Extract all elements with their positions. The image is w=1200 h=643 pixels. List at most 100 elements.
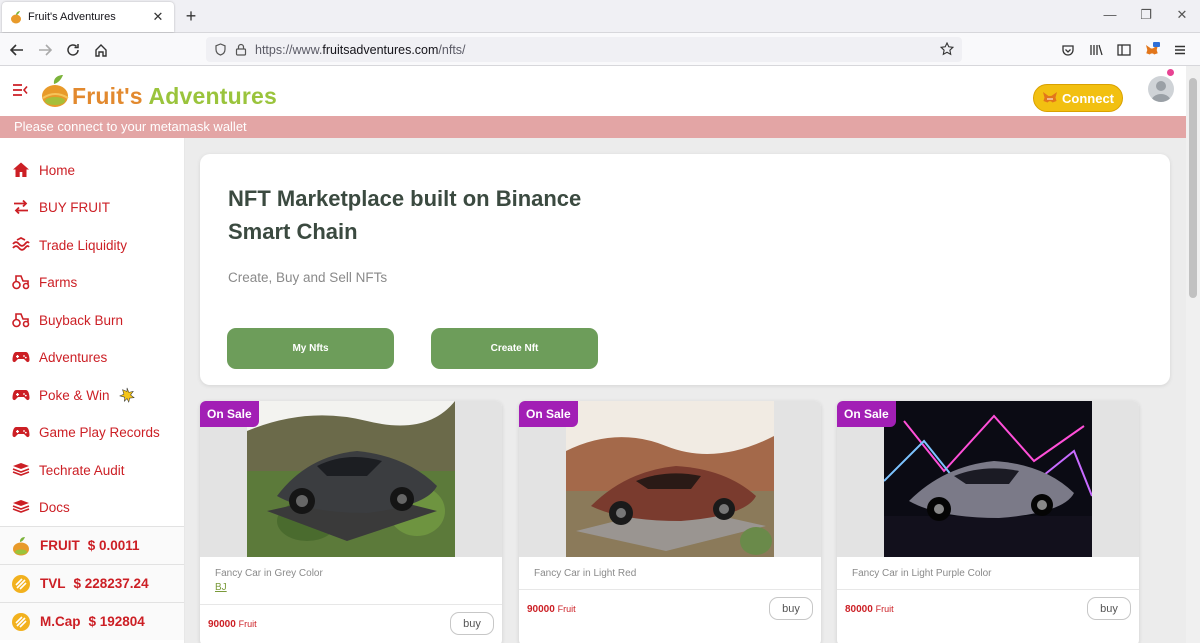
close-window-icon[interactable]: ✕ <box>1172 7 1192 23</box>
swap-icon <box>14 199 28 215</box>
stat-label: M.Cap <box>40 614 81 629</box>
wallet-warning-banner: Please connect to your metamask wallet <box>0 116 1186 138</box>
main-content: NFT Marketplace built on Binance Smart C… <box>185 138 1186 643</box>
nft-image-grey-car[interactable] <box>247 401 455 557</box>
on-sale-badge: On Sale <box>519 401 578 427</box>
browser-tab[interactable]: Fruit's Adventures ✕ <box>2 2 174 32</box>
card-footer: 90000 Fruit buy <box>200 604 502 643</box>
sidebar-item-poke-win[interactable]: Poke & Win <box>12 384 135 406</box>
nft-name: Fancy Car in Light Red <box>534 568 637 579</box>
browser-nav-bar: https://www.fruitsadventures.com/nfts/ <box>0 33 1200 66</box>
page-title: NFT Marketplace built on Binance Smart C… <box>228 186 582 244</box>
new-tab-icon[interactable]: + <box>180 5 202 27</box>
binance-coin-icon <box>12 574 30 593</box>
sidebar-item-techrate-audit[interactable]: Techrate Audit <box>12 459 125 481</box>
sidebar-item-label: BUY FRUIT <box>39 199 111 215</box>
page-subtitle: Create, Buy and Sell NFTs <box>228 270 388 285</box>
nft-image-purple-car[interactable] <box>884 401 1092 557</box>
sidebar-item-buy-fruit[interactable]: BUY FRUIT <box>12 196 110 218</box>
buy-button[interactable]: buy <box>1087 597 1131 620</box>
shield-icon[interactable] <box>214 43 227 56</box>
sidebar-item-label: Docs <box>39 499 70 515</box>
avatar[interactable] <box>1148 76 1174 102</box>
buy-button[interactable]: buy <box>450 612 494 635</box>
sidebar-item-label: Game Play Records <box>39 424 160 440</box>
bookmark-star-icon[interactable] <box>940 42 954 56</box>
sparkle-icon <box>118 387 135 403</box>
library-icon[interactable] <box>1085 39 1107 61</box>
binance-coin-icon <box>12 612 30 631</box>
sidebar-item-buyback-burn[interactable]: Buyback Burn <box>12 309 123 331</box>
url-text: https://www.fruitsadventures.com/nfts/ <box>255 42 466 57</box>
gamepad-icon <box>12 427 30 438</box>
connect-wallet-button[interactable]: Connect <box>1033 84 1123 112</box>
browser-tab-bar: Fruit's Adventures ✕ + — ❐ ✕ <box>0 0 1200 33</box>
home-browser-icon[interactable] <box>90 39 112 61</box>
sidebar-item-farms[interactable]: Farms <box>12 271 77 293</box>
liquidity-icon <box>12 236 30 251</box>
fruit-coin-icon <box>13 536 29 555</box>
nft-price: 80000 Fruit <box>845 604 894 615</box>
notification-dot <box>1167 69 1174 76</box>
sidebar-item-trade-liquidity[interactable]: Trade Liquidity <box>12 234 127 256</box>
sidebar-item-label: Poke & Win <box>39 387 110 403</box>
forward-icon[interactable] <box>34 39 56 61</box>
connect-label: Connect <box>1062 90 1114 106</box>
stat-value: $ 192804 <box>88 614 145 629</box>
stat-label: FRUIT <box>40 538 80 553</box>
page-scrollbar[interactable] <box>1186 66 1200 643</box>
sidebar-item-home[interactable]: Home <box>12 159 75 181</box>
site-header: Fruit's Adventures Connect <box>0 66 1186 116</box>
sidebar-item-label: Trade Liquidity <box>39 237 128 253</box>
sidebar-toggle-icon[interactable] <box>1113 39 1135 61</box>
on-sale-badge: On Sale <box>837 401 896 427</box>
menu-collapse-icon[interactable] <box>12 83 28 97</box>
nft-name: Fancy Car in Grey Color <box>215 568 323 579</box>
book-icon <box>12 500 30 513</box>
lock-icon[interactable] <box>235 43 247 56</box>
menu-icon[interactable] <box>1169 39 1191 61</box>
restore-icon[interactable]: ❐ <box>1136 7 1156 23</box>
stat-value: $ 0.0011 <box>87 538 140 553</box>
create-nft-button[interactable]: Create Nft <box>431 328 598 369</box>
buy-button[interactable]: buy <box>769 597 813 620</box>
brand-name[interactable]: Fruit's Adventures <box>72 83 277 110</box>
reload-icon[interactable] <box>62 39 84 61</box>
metamask-fox-icon <box>1043 92 1057 103</box>
sidebar-item-docs[interactable]: Docs <box>12 496 70 518</box>
scrollbar-thumb[interactable] <box>1189 78 1197 298</box>
sidebar-item-label: Techrate Audit <box>39 462 125 478</box>
tractor-icon <box>12 313 30 328</box>
stat-label: TVL <box>40 576 66 591</box>
market-cap-stat: M.Cap $ 192804 <box>0 602 184 640</box>
minimize-icon[interactable]: — <box>1100 7 1120 22</box>
pocket-icon[interactable] <box>1057 39 1079 61</box>
nft-price: 90000 Fruit <box>208 619 257 630</box>
close-tab-icon[interactable]: ✕ <box>150 9 166 25</box>
gamepad-icon <box>12 390 30 401</box>
nft-card[interactable]: On Sale Fancy Car in Light Red 90000 Fru… <box>519 401 821 643</box>
card-footer: 90000 Fruit buy <box>519 589 821 629</box>
url-bar[interactable]: https://www.fruitsadventures.com/nfts/ <box>206 37 962 62</box>
sidebar-item-game-play-records[interactable]: Game Play Records <box>12 421 160 443</box>
nft-name: Fancy Car in Light Purple Color <box>852 568 992 579</box>
home-icon <box>13 162 29 177</box>
card-footer: 80000 Fruit buy <box>837 589 1139 629</box>
fruit-logo-icon[interactable] <box>40 74 70 108</box>
sidebar: Home BUY FRUIT Trade Liquidity Farms Buy… <box>0 138 185 643</box>
hero-panel: NFT Marketplace built on Binance Smart C… <box>200 154 1170 385</box>
on-sale-badge: On Sale <box>200 401 259 427</box>
stat-value: $ 228237.24 <box>73 576 149 591</box>
sidebar-item-label: Buyback Burn <box>39 312 124 328</box>
nft-image-red-car[interactable] <box>566 401 774 557</box>
my-nfts-button[interactable]: My Nfts <box>227 328 394 369</box>
gamepad-icon <box>12 352 30 363</box>
nft-card[interactable]: On Sale Fancy Car in Light Purple Color … <box>837 401 1139 643</box>
sidebar-item-adventures[interactable]: Adventures <box>12 346 107 368</box>
sidebar-item-label: Adventures <box>39 349 108 365</box>
back-icon[interactable] <box>6 39 28 61</box>
tab-title: Fruit's Adventures <box>28 11 116 23</box>
metamask-extension-icon[interactable] <box>1141 39 1163 61</box>
nft-card[interactable]: On Sale Fancy Car in Grey Color BJ 90000… <box>200 401 502 643</box>
nft-owner-link[interactable]: BJ <box>215 582 227 593</box>
